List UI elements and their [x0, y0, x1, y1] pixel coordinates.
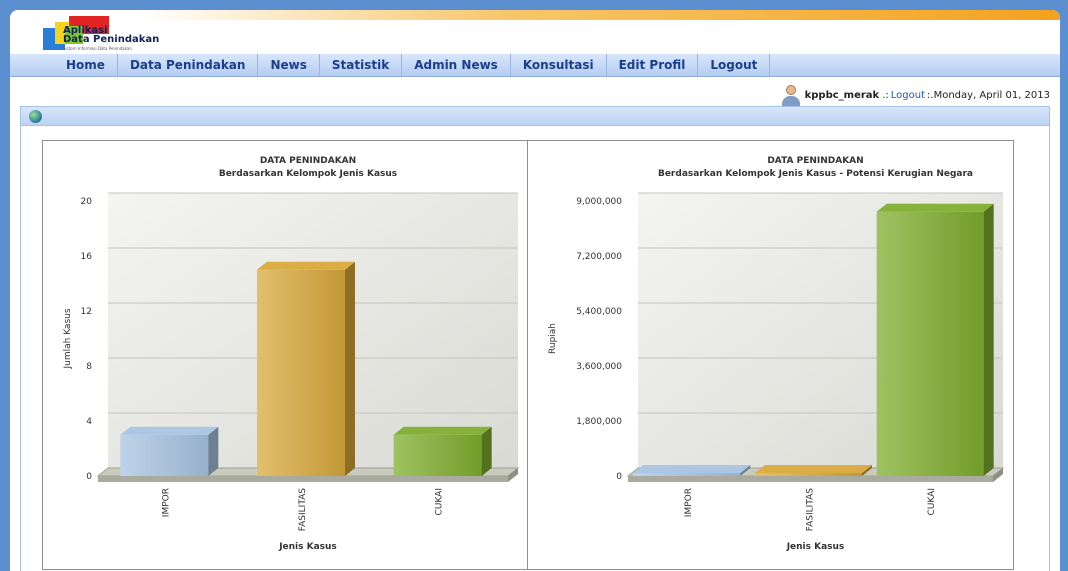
nav-item-edit-profil[interactable]: Edit Profil [607, 54, 699, 77]
x-tick-label: FASILITAS [806, 488, 816, 531]
chart-title: DATA PENINDAKAN [260, 156, 356, 166]
chart-subtitle: Berdasarkan Kelompok Jenis Kasus - Poten… [658, 169, 973, 179]
bar-impor [633, 465, 751, 476]
current-date: Monday, April 01, 2013 [933, 89, 1050, 101]
nav-item-admin-news[interactable]: Admin News [402, 54, 511, 77]
nav-item-konsultasi[interactable]: Konsultasi [511, 54, 607, 77]
bar-cukai [393, 426, 492, 476]
x-tick-label: IMPOR [684, 488, 694, 517]
plot-floor-edge [98, 476, 508, 482]
chart-kerugian-negara: DATA PENINDAKAN Berdasarkan Kelompok Jeni… [527, 140, 1014, 570]
chart-jumlah-kasus-svg: DATA PENINDAKAN Berdasarkan Kelompok Jeni… [63, 156, 520, 552]
nav-items: Home Data Penindakan News Statistik Admi… [56, 54, 771, 77]
y-axis-label: Rupiah [548, 323, 558, 354]
y-tick-label: 12 [81, 307, 92, 317]
bar-face [755, 473, 862, 476]
nav-item-statistik[interactable]: Statistik [320, 54, 403, 77]
y-tick-label: 0 [86, 472, 92, 482]
y-tick-label: 7,200,000 [576, 252, 622, 262]
chart-title: DATA PENINDAKAN [767, 156, 863, 166]
nav-item-data-penindakan[interactable]: Data Penindakan [118, 54, 259, 77]
y-tick-label: 5,400,000 [576, 307, 622, 317]
y-tick-label: 1,800,000 [576, 417, 622, 427]
bar-face [876, 211, 984, 476]
bar-fasilitas [755, 465, 872, 476]
user-bar: kppbc_merak .: Logout :. Monday, April 0… [781, 82, 1050, 108]
x-axis-label: Jenis Kasus [786, 542, 845, 552]
chart-jumlah-kasus: DATA PENINDAKAN Berdasarkan Kelompok Jeni… [42, 140, 528, 570]
bar-face [633, 473, 741, 476]
user-separator-1: .: [882, 89, 889, 101]
bar-top [633, 465, 751, 473]
logo-line2: Data Penindakan [63, 34, 160, 45]
y-axis-label: Jumlah Kasus [63, 308, 73, 369]
x-tick-label: IMPOR [161, 488, 171, 517]
bar-top [257, 261, 355, 270]
bar-top [393, 426, 492, 435]
bar-side [481, 426, 492, 476]
bar-face [393, 434, 482, 476]
nav-item-news[interactable]: News [258, 54, 320, 77]
username: kppbc_merak [804, 89, 880, 101]
bar-side [983, 203, 994, 476]
bar-top [120, 426, 219, 435]
bar-cukai [876, 203, 994, 476]
y-tick-label: 0 [616, 472, 622, 482]
avatar-body [781, 96, 800, 106]
bar-top [755, 465, 872, 473]
x-tick-label: FASILITAS [298, 488, 308, 531]
bar-top [876, 203, 994, 212]
bar-fasilitas [257, 261, 355, 476]
y-tick-label: 9,000,000 [576, 197, 622, 207]
chart-subtitle: Berdasarkan Kelompok Jenis Kasus [219, 169, 397, 179]
bar-side [345, 261, 355, 476]
app-logo[interactable]: Aplikasi Data Penindakan Sistem Informas… [43, 16, 203, 52]
user-avatar-icon [781, 84, 801, 106]
plot-floor-edge [628, 476, 993, 482]
bar-face [120, 434, 209, 476]
bar-face [257, 269, 345, 476]
logout-link[interactable]: Logout [891, 90, 925, 101]
y-tick-label: 3,600,000 [576, 362, 622, 372]
y-tick-label: 16 [81, 252, 93, 262]
content-panel-header [20, 106, 1050, 126]
x-tick-label: CUKAI [435, 488, 445, 515]
bar-impor [120, 426, 219, 476]
x-tick-label: CUKAI [927, 488, 937, 515]
chart-kerugian-negara-svg: DATA PENINDAKAN Berdasarkan Kelompok Jeni… [548, 156, 1005, 552]
x-axis-label: Jenis Kasus [278, 542, 337, 552]
y-tick-label: 20 [81, 197, 93, 207]
bar-side [208, 426, 219, 476]
globe-icon [29, 110, 42, 123]
header: Aplikasi Data Penindakan Sistem Informas… [10, 10, 1060, 54]
y-tick-label: 8 [86, 362, 92, 372]
avatar-head [785, 85, 796, 95]
nav-item-home[interactable]: Home [56, 54, 118, 77]
logo-tagline: Sistem Informasi Data Penindakan [63, 46, 132, 51]
header-stripe [140, 10, 1060, 20]
y-tick-label: 4 [86, 417, 92, 427]
nav-item-logout[interactable]: Logout [698, 54, 771, 77]
main-nav: Home Data Penindakan News Statistik Admi… [10, 54, 1060, 77]
